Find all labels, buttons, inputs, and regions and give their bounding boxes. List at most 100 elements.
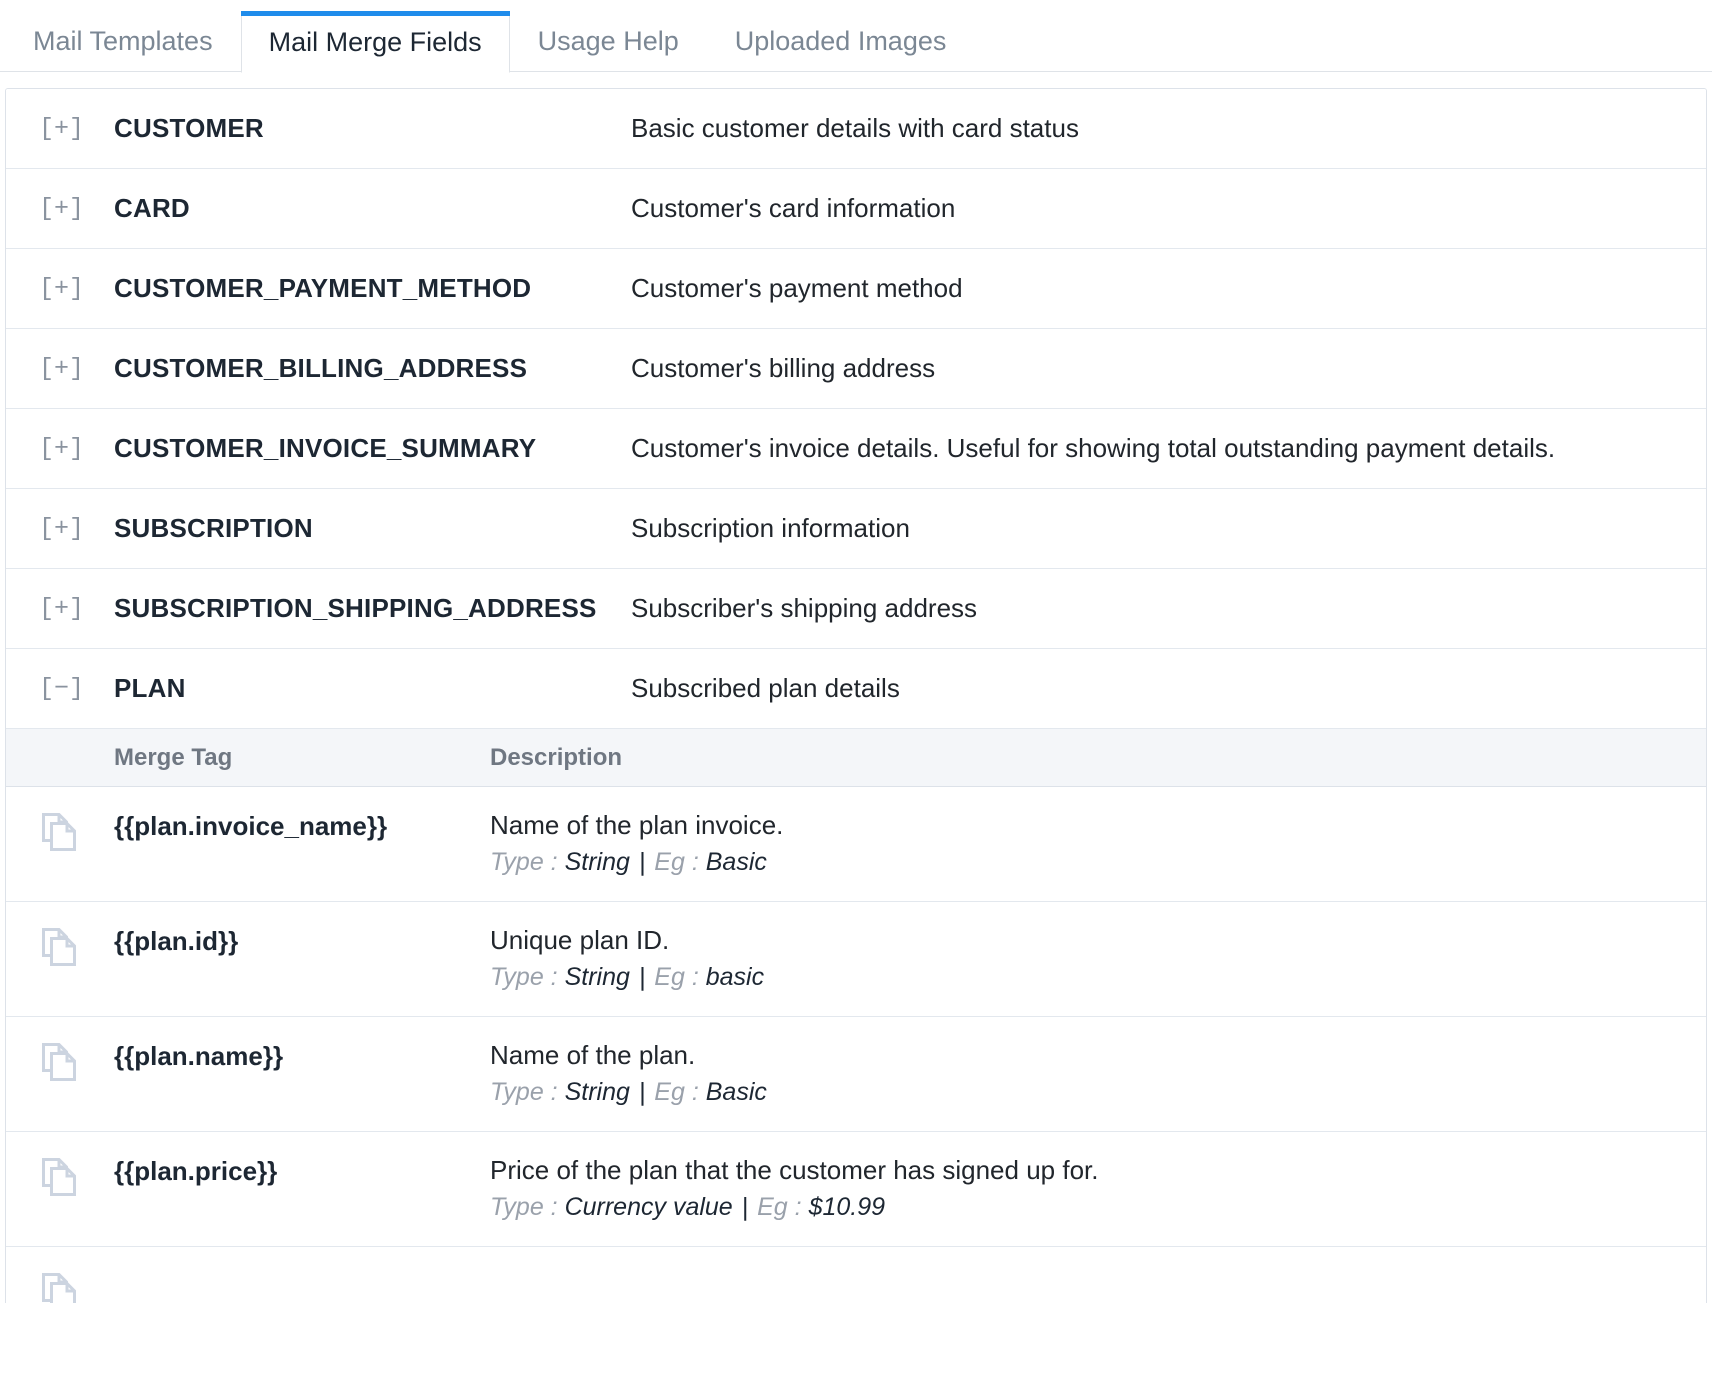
group-toggle-cell[interactable]: [+] — [6, 276, 114, 301]
group-name: CUSTOMER_INVOICE_SUMMARY — [114, 433, 631, 464]
merge-tag-name: {{plan.price}} — [114, 1154, 490, 1187]
merge-field-group-customer_payment_method[interactable]: [+] CUSTOMER_PAYMENT_METHOD Customer's p… — [6, 249, 1706, 329]
tab-label: Mail Templates — [33, 26, 213, 56]
merge-tag-row-3[interactable]: {{plan.price}} Price of the plan that th… — [6, 1132, 1706, 1247]
expand-toggle-icon[interactable]: [+] — [39, 596, 84, 621]
group-name: SUBSCRIPTION — [114, 513, 631, 544]
copy-icon-cell[interactable] — [6, 809, 114, 851]
copy-icon[interactable] — [42, 928, 76, 966]
group-toggle-cell[interactable]: [+] — [6, 116, 114, 141]
merge-tag-description: Name of the plan invoice. Type : String … — [490, 809, 1706, 879]
group-name: CARD — [114, 193, 631, 224]
expand-toggle-icon[interactable]: [+] — [39, 356, 84, 381]
merge-tag-name: {{plan.name}} — [114, 1039, 490, 1072]
group-toggle-cell[interactable]: [+] — [6, 356, 114, 381]
tab-bar: Mail Templates Mail Merge Fields Usage H… — [0, 0, 1712, 72]
tab-usage-help[interactable]: Usage Help — [510, 27, 707, 72]
group-description: Customer's invoice details. Useful for s… — [631, 433, 1706, 464]
merge-tag-description-text: Unique plan ID. — [490, 924, 1686, 957]
merge-field-group-subscription[interactable]: [+] SUBSCRIPTION Subscription informatio… — [6, 489, 1706, 569]
eg-value: basic — [706, 963, 764, 991]
type-label: Type : — [490, 963, 558, 991]
merge-field-group-subscription_shipping_address[interactable]: [+] SUBSCRIPTION_SHIPPING_ADDRESS Subscr… — [6, 569, 1706, 649]
expand-toggle-icon[interactable]: [+] — [39, 116, 84, 141]
merge-tag-description: Name of the plan. Type : String | Eg : B… — [490, 1039, 1706, 1109]
merge-fields-panel: [+] CUSTOMER Basic customer details with… — [5, 88, 1707, 1303]
copy-icon[interactable] — [42, 813, 76, 851]
meta-separator: | — [637, 1078, 648, 1106]
merge-tag-meta: Type : String | Eg : Basic — [490, 846, 1686, 879]
merge-field-group-customer_invoice_summary[interactable]: [+] CUSTOMER_INVOICE_SUMMARY Customer's … — [6, 409, 1706, 489]
group-description: Subscription information — [631, 513, 1706, 544]
merge-tag-meta: Type : Currency value | Eg : $10.99 — [490, 1191, 1686, 1224]
merge-tag-name: {{plan.id}} — [114, 924, 490, 957]
tab-mail-templates[interactable]: Mail Templates — [5, 27, 241, 72]
merge-tag-description: Price of the plan that the customer has … — [490, 1154, 1706, 1224]
eg-value: Basic — [706, 1078, 767, 1106]
merge-field-group-plan[interactable]: [−] PLAN Subscribed plan details — [6, 649, 1706, 729]
tab-label: Uploaded Images — [735, 26, 947, 56]
meta-separator: | — [637, 963, 648, 991]
group-toggle-cell[interactable]: [+] — [6, 436, 114, 461]
eg-label: Eg : — [654, 848, 698, 876]
merge-tag-row-0[interactable]: {{plan.invoice_name}} Name of the plan i… — [6, 787, 1706, 902]
merge-tag-meta: Type : String | Eg : basic — [490, 961, 1686, 994]
meta-separator: | — [637, 848, 648, 876]
group-toggle-cell[interactable]: [+] — [6, 516, 114, 541]
copy-icon-cell[interactable] — [6, 1039, 114, 1081]
merge-tag-table-header: Merge Tag Description — [6, 729, 1706, 787]
copy-icon-cell[interactable] — [6, 924, 114, 966]
type-value: Currency value — [565, 1193, 733, 1221]
group-description: Customer's card information — [631, 193, 1706, 224]
copy-icon[interactable] — [42, 1043, 76, 1081]
expand-toggle-icon[interactable]: [+] — [39, 516, 84, 541]
copy-icon[interactable] — [42, 1158, 76, 1196]
group-name: PLAN — [114, 673, 631, 704]
meta-separator: | — [740, 1193, 751, 1221]
merge-tag-description: Unique plan ID. Type : String | Eg : bas… — [490, 924, 1706, 994]
group-description: Basic customer details with card status — [631, 113, 1706, 144]
type-label: Type : — [490, 848, 558, 876]
group-name: CUSTOMER_BILLING_ADDRESS — [114, 353, 631, 384]
group-name: CUSTOMER_PAYMENT_METHOD — [114, 273, 631, 304]
tab-label: Usage Help — [538, 26, 679, 56]
header-merge-tag: Merge Tag — [114, 744, 490, 772]
group-toggle-cell[interactable]: [+] — [6, 196, 114, 221]
expand-toggle-icon[interactable]: [+] — [39, 196, 84, 221]
tab-mail-merge-fields[interactable]: Mail Merge Fields — [241, 11, 510, 73]
group-toggle-cell[interactable]: [−] — [6, 676, 114, 701]
merge-tag-description-text: Name of the plan. — [490, 1039, 1686, 1072]
merge-tag-meta: Type : String | Eg : Basic — [490, 1076, 1686, 1109]
eg-value: $10.99 — [809, 1193, 885, 1221]
merge-field-group-card[interactable]: [+] CARD Customer's card information — [6, 169, 1706, 249]
type-value: String — [565, 1078, 630, 1106]
group-toggle-cell[interactable]: [+] — [6, 596, 114, 621]
merge-tag-row-partial[interactable] — [6, 1247, 1706, 1303]
header-description: Description — [490, 744, 1706, 772]
merge-tag-description-text: Price of the plan that the customer has … — [490, 1154, 1686, 1187]
copy-icon-cell[interactable] — [6, 1154, 114, 1196]
group-description: Subscriber's shipping address — [631, 593, 1706, 624]
merge-tag-description-text: Name of the plan invoice. — [490, 809, 1686, 842]
group-name: SUBSCRIPTION_SHIPPING_ADDRESS — [114, 593, 631, 624]
collapse-toggle-icon[interactable]: [−] — [39, 676, 84, 701]
merge-tag-row-2[interactable]: {{plan.name}} Name of the plan. Type : S… — [6, 1017, 1706, 1132]
copy-icon-cell[interactable] — [6, 1269, 114, 1303]
copy-icon[interactable] — [42, 1273, 76, 1303]
eg-value: Basic — [706, 848, 767, 876]
merge-tag-name — [114, 1269, 490, 1271]
tab-uploaded-images[interactable]: Uploaded Images — [707, 27, 975, 72]
group-description: Customer's payment method — [631, 273, 1706, 304]
type-value: String — [565, 963, 630, 991]
merge-tag-row-1[interactable]: {{plan.id}} Unique plan ID. Type : Strin… — [6, 902, 1706, 1017]
merge-field-group-customer_billing_address[interactable]: [+] CUSTOMER_BILLING_ADDRESS Customer's … — [6, 329, 1706, 409]
merge-tag-name: {{plan.invoice_name}} — [114, 809, 490, 842]
expand-toggle-icon[interactable]: [+] — [39, 436, 84, 461]
merge-field-group-customer[interactable]: [+] CUSTOMER Basic customer details with… — [6, 89, 1706, 169]
type-label: Type : — [490, 1078, 558, 1106]
group-description: Customer's billing address — [631, 353, 1706, 384]
tab-label: Mail Merge Fields — [269, 27, 482, 57]
expand-toggle-icon[interactable]: [+] — [39, 276, 84, 301]
group-name: CUSTOMER — [114, 113, 631, 144]
type-value: String — [565, 848, 630, 876]
